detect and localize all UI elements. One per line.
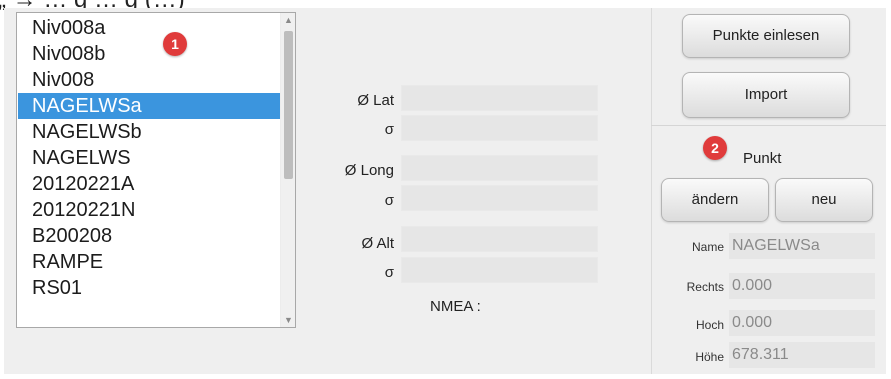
nmea-label: NMEA : <box>430 298 481 315</box>
list-item[interactable]: NAGELWS <box>18 145 280 171</box>
list-item[interactable]: RS01 <box>18 275 280 301</box>
lat-sigma-field[interactable] <box>401 115 598 141</box>
list-item[interactable]: B200208 <box>18 223 280 249</box>
alt-field[interactable] <box>401 226 598 252</box>
list-item[interactable]: Niv008 <box>18 67 280 93</box>
lat-label: Ø Lat <box>357 92 394 109</box>
rechts-field[interactable]: 0.000 <box>729 273 875 299</box>
aendern-button[interactable]: ändern <box>661 178 769 222</box>
long-sigma-label: σ <box>384 192 394 209</box>
punkt-section-title: Punkt <box>743 150 782 167</box>
list-item[interactable]: RAMPE <box>18 249 280 275</box>
punkte-einlesen-button[interactable]: Punkte einlesen <box>682 14 850 58</box>
hoehe-label: Höhe <box>695 350 724 364</box>
rechts-label: Rechts <box>686 280 724 294</box>
alt-label: Ø Alt <box>361 235 394 252</box>
chevron-down-icon[interactable]: ▼ <box>281 313 295 327</box>
name-field[interactable]: NAGELWSa <box>729 233 875 259</box>
annotation-badge-2: 2 <box>703 136 727 160</box>
import-button[interactable]: Import <box>682 72 850 118</box>
hoch-label: Hoch <box>695 318 724 332</box>
list-item[interactable]: 20120221N <box>18 197 280 223</box>
hoch-field[interactable]: 0.000 <box>729 310 875 336</box>
alt-sigma-field[interactable] <box>401 257 598 283</box>
long-field[interactable] <box>401 155 598 181</box>
hoehe-field[interactable]: 678.311 <box>729 342 875 368</box>
list-item[interactable]: Niv008b <box>18 41 280 67</box>
list-item-selected[interactable]: NAGELWSa <box>18 93 280 119</box>
lat-field[interactable] <box>401 85 598 111</box>
name-label: Name <box>691 240 724 254</box>
chevron-up-icon[interactable]: ▲ <box>281 13 295 27</box>
list-item[interactable]: Niv008a <box>18 15 280 41</box>
list-item[interactable]: NAGELWSb <box>18 119 280 145</box>
annotation-badge-1: 1 <box>163 32 187 56</box>
alt-sigma-label: σ <box>384 264 394 281</box>
neu-button[interactable]: neu <box>775 178 873 222</box>
divider <box>651 125 886 126</box>
lat-sigma-label: σ <box>384 121 394 138</box>
long-sigma-field[interactable] <box>401 185 598 211</box>
point-listbox[interactable]: Niv008a Niv008b Niv008 NAGELWSa NAGELWSb… <box>16 12 296 328</box>
long-label: Ø Long <box>344 162 394 179</box>
list-item[interactable]: 20120221A <box>18 171 280 197</box>
